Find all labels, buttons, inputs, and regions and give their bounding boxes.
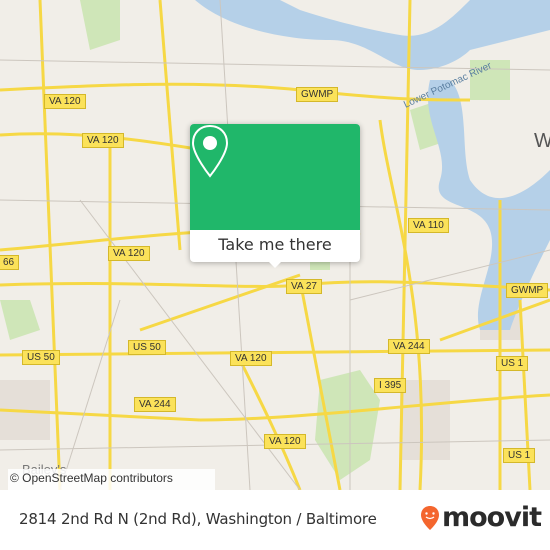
map-attribution[interactable]: © OpenStreetMap contributors: [8, 469, 215, 490]
popup-tail: [267, 260, 283, 268]
road-shield: GWMP: [506, 283, 549, 298]
road-shield: VA 110: [408, 218, 449, 233]
location-popup: Take me there: [190, 124, 360, 268]
city-label: W: [534, 130, 550, 152]
take-me-there-button[interactable]: Take me there: [190, 230, 360, 262]
road-shield: VA 120: [44, 94, 86, 109]
road-shield: 66: [0, 255, 20, 270]
road-shield: VA 244: [388, 339, 430, 354]
brand-name: moovit: [442, 502, 542, 533]
road-shield: VA 27: [286, 279, 322, 294]
map-pin-icon: [191, 124, 229, 178]
moovit-pin-icon: [421, 505, 439, 530]
road-shield: US 50: [128, 340, 166, 355]
road-shield: VA 244: [134, 397, 176, 412]
road-shield: VA 120: [264, 434, 306, 449]
road-shield: US 1: [503, 448, 536, 463]
road-shield: US 50: [22, 350, 60, 365]
moovit-logo[interactable]: moovit: [420, 502, 542, 533]
address-text: 2814 2nd Rd N (2nd Rd), Washington / Bal…: [19, 510, 377, 528]
footer: 2814 2nd Rd N (2nd Rd), Washington / Bal…: [0, 490, 550, 550]
road-shield: VA 120: [108, 246, 150, 261]
road-shield: VA 120: [230, 351, 272, 366]
popup-header: [190, 124, 360, 230]
road-shield: VA 120: [82, 133, 124, 148]
road-shield: GWMP: [296, 87, 339, 102]
road-shield: I 395: [374, 378, 407, 393]
road-shield: US 1: [496, 356, 529, 371]
map[interactable]: VA 120 VA 120 VA 120 VA 120 VA 120 GWMP …: [0, 0, 550, 490]
